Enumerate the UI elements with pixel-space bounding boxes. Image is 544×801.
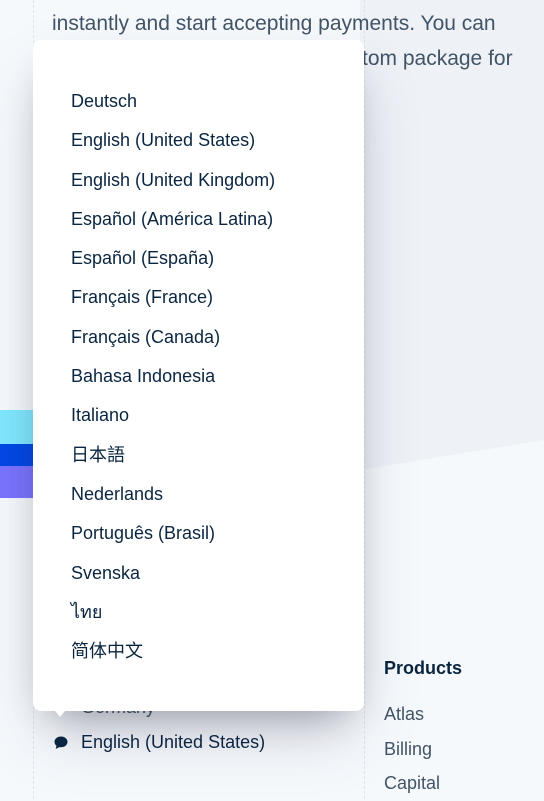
language-option-thai[interactable]: ไทย <box>71 593 275 632</box>
language-option-francais-france[interactable]: Français (France) <box>71 278 275 317</box>
language-menu-popover: Deutsch English (United States) English … <box>33 40 364 711</box>
language-option-english-uk[interactable]: English (United Kingdom) <box>71 161 275 200</box>
language-option-espanol-latam[interactable]: Español (América Latina) <box>71 200 275 239</box>
product-link-atlas[interactable]: Atlas <box>384 697 440 732</box>
language-option-francais-canada[interactable]: Français (Canada) <box>71 318 275 357</box>
language-option-espanol-espana[interactable]: Español (España) <box>71 239 275 278</box>
language-option-japanese[interactable]: 日本語 <box>71 436 275 475</box>
product-link-billing[interactable]: Billing <box>384 732 440 767</box>
products-heading: Products <box>384 658 463 678</box>
language-option-italiano[interactable]: Italiano <box>71 396 275 435</box>
language-option-portugues-brasil[interactable]: Português (Brasil) <box>71 514 275 553</box>
language-selector-button[interactable]: English (United States) <box>81 732 265 753</box>
product-link-capital[interactable]: Capital <box>384 766 440 801</box>
language-option-bahasa-indonesia[interactable]: Bahasa Indonesia <box>71 357 275 396</box>
language-option-nederlands[interactable]: Nederlands <box>71 475 275 514</box>
layout-guide-line <box>364 0 365 799</box>
language-option-svenska[interactable]: Svenska <box>71 554 275 593</box>
intro-line: instantly and start accepting payments. … <box>52 12 496 35</box>
speech-bubble-icon <box>53 735 69 756</box>
popover-arrow <box>50 705 70 717</box>
language-options-list: Deutsch English (United States) English … <box>71 82 275 671</box>
language-option-english-us[interactable]: English (United States) <box>71 121 275 160</box>
language-option-deutsch[interactable]: Deutsch <box>71 82 275 121</box>
language-option-chinese-simplified[interactable]: 简体中文 <box>71 632 275 671</box>
products-list: Atlas Billing Capital <box>384 697 440 801</box>
